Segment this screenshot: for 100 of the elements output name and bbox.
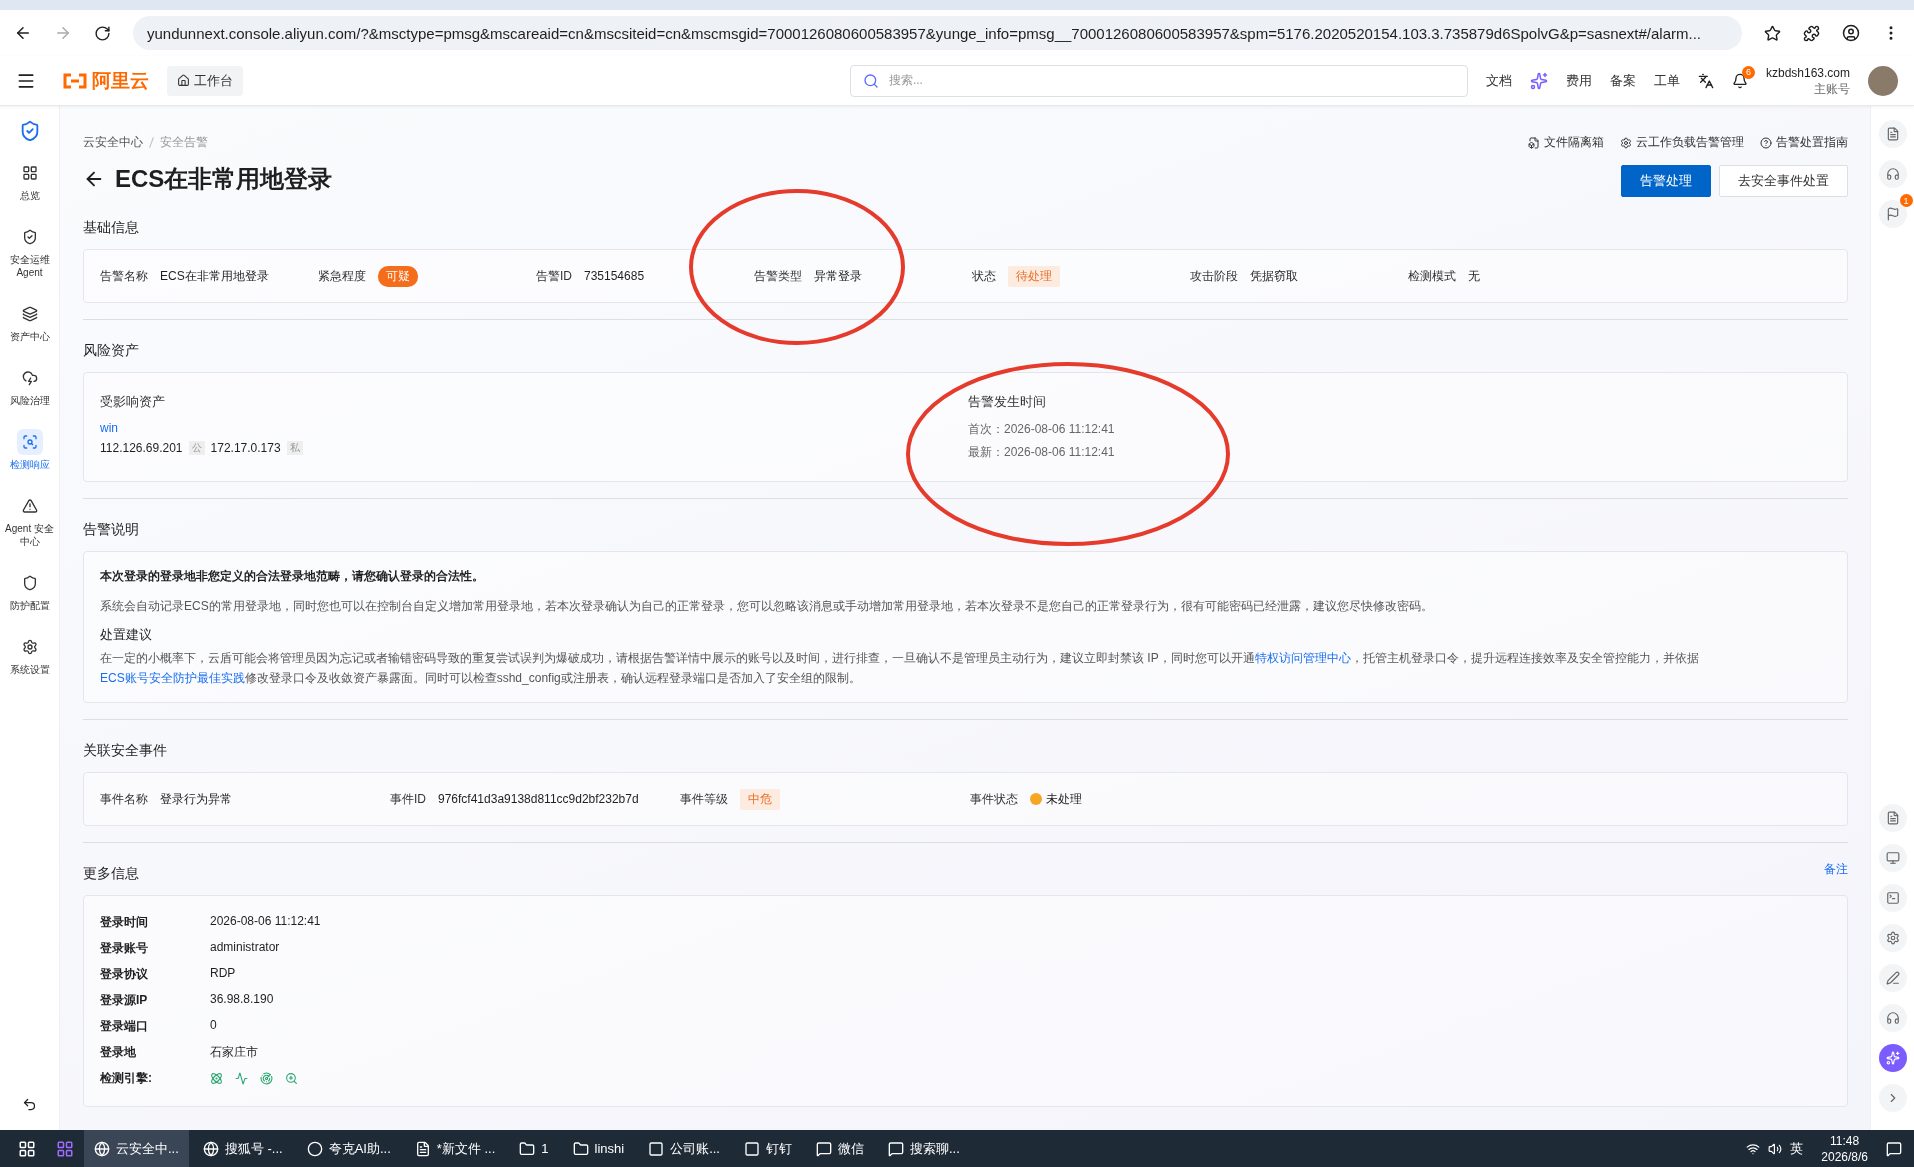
workbench-button[interactable]: 工作台: [167, 65, 243, 96]
header-link[interactable]: 云工作负载告警管理: [1620, 134, 1744, 151]
header-link[interactable]: 文件隔离箱: [1528, 134, 1604, 151]
field-label: 告警类型: [754, 267, 802, 285]
field-label: 状态: [972, 267, 996, 285]
alert-time: 首次：2026-08-06 11:12:41: [968, 421, 1116, 438]
subsection-title: 告警发生时间: [968, 393, 1047, 411]
address-bar[interactable]: yundunnext.console.aliyun.com/?&msctype=pmsg&mscareaid=cn&mscsiteid=cn&mscmsgid=7000126080600583957&yunge_info=pmsg__7000126080600583957&spm=5176.2020520154.103.3.735879d6SpolvG&p=sasnext#/alarm...: [133, 16, 1742, 50]
advice-link[interactable]: ECS账号安全防护最佳实践: [100, 671, 245, 685]
star-icon[interactable]: [1764, 24, 1781, 42]
back-icon[interactable]: [14, 24, 32, 42]
nav-link[interactable]: 备案: [1609, 71, 1636, 90]
settings-icon[interactable]: [1878, 924, 1907, 952]
taskbar-app[interactable]: 钉钉: [733, 1130, 802, 1167]
ime-indicator[interactable]: 英: [1790, 1139, 1804, 1158]
ip-tag: 私: [286, 441, 303, 455]
section-title: 告警说明: [83, 521, 140, 539]
avatar[interactable]: [1868, 65, 1898, 96]
network-icon[interactable]: [1746, 1141, 1761, 1156]
folder-icon: [572, 1140, 589, 1157]
notification-badge: 6: [1741, 65, 1755, 79]
gear-icon: [21, 639, 38, 655]
alert-time: 最新：2026-08-06 11:12:41: [968, 444, 1116, 461]
section-title: 基础信息: [83, 219, 140, 237]
info-label: 登录源IP: [100, 992, 149, 1009]
taskbar-app[interactable]: 云安全中...: [84, 1130, 189, 1167]
nav-link[interactable]: 工单: [1653, 71, 1680, 90]
document-icon[interactable]: [1878, 804, 1907, 832]
pen-icon[interactable]: [1878, 964, 1907, 992]
scan-icon: [21, 434, 38, 450]
sidebar-item[interactable]: 总览: [3, 156, 56, 206]
info-value: administrator: [210, 940, 281, 956]
profile-icon[interactable]: [1842, 24, 1860, 42]
section-title: 关联安全事件: [83, 742, 168, 760]
ip-tag: 公: [188, 441, 205, 455]
action-button[interactable]: 去安全事件处置: [1719, 165, 1848, 197]
language-icon[interactable]: [1697, 72, 1714, 89]
ip-address: 172.17.0.173: [210, 441, 281, 455]
square-icon: [648, 1140, 665, 1157]
taskbar-app[interactable]: 搜索聊...: [877, 1130, 970, 1167]
shield-icon: [21, 575, 38, 591]
taskbar-app[interactable]: linshi: [562, 1130, 635, 1167]
notifications-icon[interactable]: [1886, 1140, 1902, 1157]
sidebar-item[interactable]: 风险治理: [3, 361, 56, 411]
flag-badge: 1: [1899, 194, 1913, 207]
taskbar-app[interactable]: 夸克AI助...: [296, 1130, 401, 1167]
field-value: 异常登录: [814, 267, 862, 285]
info-label: 登录账号: [100, 940, 149, 957]
headset-icon[interactable]: [1878, 160, 1907, 188]
terminal-icon[interactable]: [1878, 884, 1907, 912]
sidebar-item[interactable]: Agent 安全中心: [3, 489, 56, 552]
note-link[interactable]: 备注: [1824, 860, 1848, 878]
file-icon: [1528, 136, 1540, 149]
nav-link[interactable]: 费用: [1565, 71, 1592, 90]
cloud-icon: [21, 370, 38, 386]
document-icon: [414, 1140, 431, 1157]
document-icon[interactable]: [1878, 120, 1907, 148]
sidebar-item[interactable]: 系统设置: [3, 630, 56, 680]
taskbar-app[interactable]: *新文件 ...: [404, 1130, 506, 1167]
nav-link[interactable]: 文档: [1485, 71, 1512, 90]
taskbar-app[interactable]: 公司账...: [638, 1130, 730, 1167]
sidebar-item[interactable]: 安全运维 Agent: [3, 220, 56, 283]
headset-icon[interactable]: [1878, 1004, 1907, 1032]
header-link[interactable]: 告警处置指南: [1760, 134, 1848, 151]
notification-icon[interactable]: [1731, 72, 1748, 89]
info-label: 登录时间: [100, 914, 149, 931]
asset-link[interactable]: win: [100, 421, 968, 435]
sidebar-item[interactable]: 检测响应: [3, 425, 56, 475]
globe-icon: [94, 1140, 110, 1157]
monitor-icon[interactable]: [1878, 844, 1907, 872]
action-button[interactable]: 告警处理: [1621, 165, 1711, 197]
flag-icon[interactable]: [1878, 200, 1907, 228]
clock[interactable]: 11:48 2026/8/6: [1821, 1132, 1868, 1165]
breadcrumb-item[interactable]: 云安全中心: [83, 134, 143, 151]
ip-address: 112.126.69.201: [100, 441, 183, 455]
volume-icon[interactable]: [1768, 1141, 1783, 1156]
sparkle-icon[interactable]: [1529, 71, 1548, 90]
extensions-icon[interactable]: [1803, 24, 1820, 42]
sidebar-item[interactable]: 资产中心: [3, 297, 56, 347]
field-label: 告警ID: [536, 267, 572, 285]
circle-icon: [306, 1140, 323, 1157]
subsection-title: 处置建议: [100, 626, 153, 644]
reload-icon[interactable]: [94, 24, 111, 42]
info-value: RDP: [210, 966, 237, 982]
account-name[interactable]: kzbdsh163.com: [1765, 64, 1850, 81]
field-value: 凭据窃取: [1250, 267, 1298, 285]
sidebar-item[interactable]: 防护配置: [3, 566, 56, 616]
taskbar-app[interactable]: 搜狐号 -...: [192, 1130, 293, 1167]
info-label: 登录地: [100, 1044, 137, 1061]
advice-link[interactable]: 特权访问管理中心: [1254, 651, 1351, 665]
sparkle-icon[interactable]: [1878, 1044, 1907, 1072]
alert-description: 系统会自动记录ECS的常用登录地，同时您也可以在控制台自定义增加常用登录地，若本次登录确认为自己的正常登录，您可以忽略该消息或手动增加常用登录地，若本次登录不是您自己的正常登录行为，很有可能密码已经泄露，建议您尽快修改密码。: [100, 598, 1434, 615]
gear-icon: [1620, 136, 1632, 149]
taskbar-app[interactable]: 微信: [805, 1130, 874, 1167]
taskbar-app[interactable]: 1: [509, 1130, 559, 1167]
alert-headline: 本次登录的登录地非您定义的合法登录地范畴，请您确认登录的合法性。: [100, 568, 485, 585]
folder-icon: [519, 1140, 536, 1157]
info-value: 0: [210, 1018, 218, 1034]
collapse-icon[interactable]: [22, 1097, 37, 1112]
engine-icon: [260, 1070, 273, 1087]
